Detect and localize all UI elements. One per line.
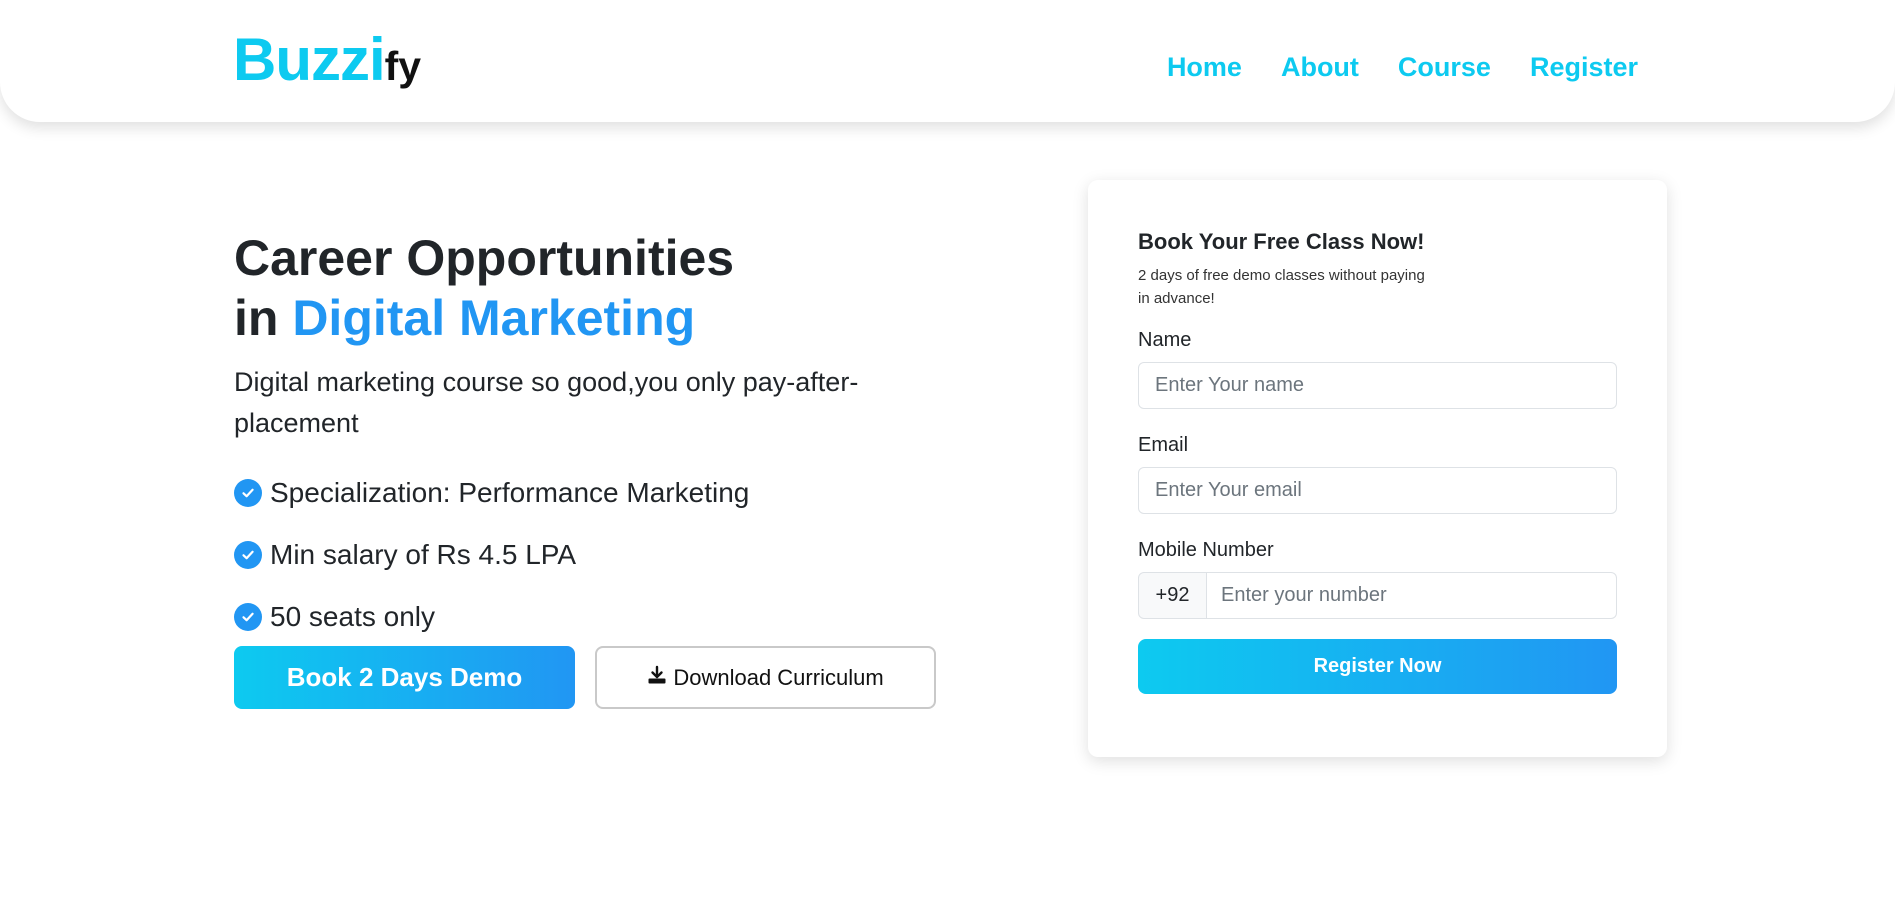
feature-text: 50 seats only [270, 601, 435, 632]
feature-item: 50 seats only [234, 586, 954, 648]
hero-title-prefix: in [234, 290, 293, 346]
email-input[interactable] [1138, 467, 1617, 514]
nav-register[interactable]: Register [1530, 54, 1638, 81]
mobile-input-group: +92 [1138, 572, 1617, 619]
country-code: +92 [1138, 572, 1207, 619]
feature-text: Min salary of Rs 4.5 LPA [270, 539, 577, 570]
download-curriculum-label: Download Curriculum [673, 664, 884, 690]
mobile-input[interactable] [1207, 572, 1617, 619]
download-curriculum-button[interactable]: Download Curriculum [595, 646, 936, 709]
hero-subtitle: Digital marketing course so good,you onl… [234, 367, 859, 438]
download-icon [647, 665, 667, 691]
name-input[interactable] [1138, 362, 1617, 409]
feature-item: Specialization: Performance Marketing [234, 462, 954, 524]
email-label: Email [1138, 434, 1189, 456]
feature-text: Specialization: Performance Marketing [270, 477, 750, 508]
hero-title-accent: Digital Marketing [292, 290, 696, 346]
hero-title-line1: Career Opportunities [234, 230, 735, 286]
form-title: Book Your Free Class Now! [1138, 229, 1425, 254]
feature-list: Specialization: Performance Marketing Mi… [234, 462, 954, 648]
hero-section: Career Opportunities in Digital Marketin… [234, 228, 954, 648]
name-label: Name [1138, 329, 1192, 351]
logo[interactable]: Buzzify [233, 30, 421, 90]
check-circle-icon [234, 541, 262, 569]
nav-about[interactable]: About [1281, 54, 1359, 81]
hero-actions: Book 2 Days Demo Download Curriculum [234, 646, 936, 709]
feature-item: Min salary of Rs 4.5 LPA [234, 524, 954, 586]
mobile-label: Mobile Number [1138, 539, 1274, 561]
check-circle-icon [234, 479, 262, 507]
book-demo-button[interactable]: Book 2 Days Demo [234, 646, 575, 709]
registration-card: Book Your Free Class Now! 2 days of free… [1088, 180, 1667, 757]
site-header: Buzzify Home About Course Register [0, 0, 1895, 122]
logo-secondary: fy [384, 43, 422, 89]
nav-course[interactable]: Course [1398, 54, 1491, 81]
form-subtitle: 2 days of free demo classes without payi… [1138, 267, 1425, 307]
main-nav: Home About Course Register [1167, 54, 1638, 81]
logo-primary: Buzzi [233, 26, 386, 93]
register-now-button[interactable]: Register Now [1138, 639, 1617, 694]
nav-home[interactable]: Home [1167, 54, 1242, 81]
hero-title: Career Opportunities in Digital Marketin… [234, 228, 954, 348]
check-circle-icon [234, 603, 262, 631]
